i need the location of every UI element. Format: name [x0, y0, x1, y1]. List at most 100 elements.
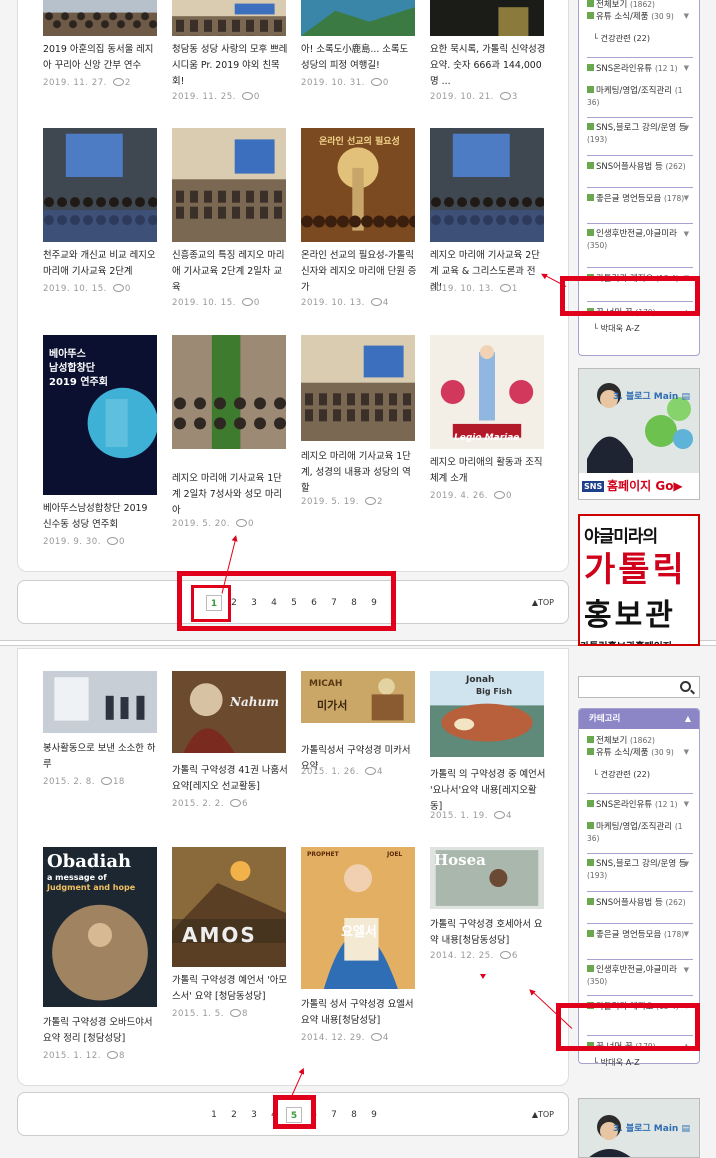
post-thumbnail[interactable] [430, 128, 544, 242]
chevron-down-icon[interactable]: ▼ [684, 123, 689, 134]
chevron-down-icon[interactable]: ▼ [684, 63, 689, 74]
post-title[interactable]: 신흥종교의 특징 레지오 마리애 기사교육 2단계 2일차 교육 [172, 248, 288, 296]
category-item[interactable]: └ 건강관련 (22) [593, 769, 650, 780]
category-label[interactable]: 마케팅/영업/조직관리 [596, 86, 675, 96]
post-title[interactable]: 아! 소록도小鹿島... 소록도 성당의 피정 여행길! [301, 42, 417, 74]
category-label[interactable]: 유튜 소식/제품 [596, 748, 651, 758]
category-item[interactable]: SNS,블로그 강의/운영 등 (193)▼ [587, 123, 695, 146]
post-thumbnail[interactable]: 온라인 선교의 필요성 [301, 128, 415, 242]
category-item[interactable]: └ 박대욱 A-Z [593, 323, 640, 334]
blog-main-banner[interactable]: 3. 블로그 Main ▤ [578, 1098, 700, 1158]
comment-count[interactable]: 3 [512, 92, 518, 102]
category-label[interactable]: 인생후반전글,야글미라 [596, 229, 677, 239]
post-title[interactable]: 레지오 마리애 기사교육 1단계, 성경의 내용과 성당의 역할 [301, 449, 417, 497]
category-item[interactable]: └ 건강관련 (22) [593, 33, 650, 44]
category-item[interactable]: SNS온라인유튜 (12 1)▼ [587, 63, 695, 75]
category-label[interactable]: 박대욱 A-Z [601, 1057, 640, 1067]
category-label[interactable]: SNS온라인유튜 [596, 64, 655, 74]
post-title[interactable]: 가톨릭 구약성경 41권 나훔서 요약[레지오 선교활동] [172, 763, 288, 795]
category-label[interactable]: 전체보기 [596, 0, 630, 10]
chevron-down-icon[interactable]: ▼ [684, 929, 689, 940]
comment-count[interactable]: 4 [506, 811, 512, 821]
post-thumbnail[interactable] [301, 335, 415, 441]
chevron-down-icon[interactable]: ▼ [684, 229, 689, 240]
comment-count[interactable]: 0 [383, 78, 389, 88]
category-item[interactable]: SNS온라인유튜 (12 1)▼ [587, 799, 695, 811]
banner1-homepage[interactable]: 홈페이지 Go▶ [607, 477, 683, 494]
search-box[interactable] [578, 676, 700, 698]
category-item[interactable]: SNS,블로그 강의/운영 등 (193)▼ [587, 859, 695, 882]
comment-count[interactable]: 2 [377, 497, 383, 507]
category-item[interactable]: 마케팅/영업/조직관리 (1 36) [587, 821, 695, 845]
category-item[interactable]: 인생후반전글,야글미라 (350)▼ [587, 229, 695, 252]
post-thumbnail[interactable] [172, 335, 286, 449]
category-label[interactable]: 박대욱 A-Z [601, 323, 640, 333]
post-title[interactable]: 가톨릭 의 구약성경 중 예언서 '요나서'요약 내용[레지오활동] [430, 767, 546, 815]
category-header[interactable]: 카테고리▲ [579, 709, 699, 729]
post-title[interactable]: 천주교와 개신교 비교 레지오 마리애 기사교육 2단계 [43, 248, 159, 280]
category-label[interactable]: 유튜 소식/제품 [596, 12, 651, 22]
page-link[interactable]: 7 [326, 1107, 342, 1123]
chevron-down-icon[interactable]: ▼ [684, 859, 689, 870]
category-label[interactable]: 건강관련 [601, 33, 634, 43]
category-item[interactable]: 전체보기 (1862) [587, 735, 695, 747]
category-label[interactable]: 좋은글 명언등모음 [596, 930, 664, 940]
comment-count[interactable]: 0 [506, 491, 512, 501]
category-label[interactable]: 건강관련 [601, 769, 634, 779]
chevron-down-icon[interactable]: ▼ [684, 11, 689, 22]
post-thumbnail[interactable] [301, 0, 415, 36]
page-link[interactable]: 1 [206, 1107, 222, 1123]
comment-count[interactable]: 6 [512, 951, 518, 961]
post-thumbnail[interactable] [43, 671, 157, 733]
post-title[interactable]: 2019 아훈의집 동서울 레지아 꾸리아 신앙 간부 연수 [43, 42, 159, 74]
search-icon[interactable] [680, 681, 691, 692]
comment-count[interactable]: 4 [383, 298, 389, 308]
post-title[interactable]: 가톨릭 구약성경 예언서 '아모스서' 요약 [청담동성당] [172, 973, 288, 1005]
category-label[interactable]: SNS어플사용법 등 [596, 162, 665, 172]
post-thumbnail[interactable]: Legio Mariae [430, 335, 544, 449]
comment-count[interactable]: 0 [119, 537, 125, 547]
comment-count[interactable]: 4 [383, 1033, 389, 1043]
post-thumbnail[interactable]: MICAH미가서 [301, 671, 415, 723]
post-title[interactable]: 온라인 선교의 필요성-가톨릭 신자와 레지오 마리애 단원 증가 [301, 248, 417, 296]
category-label[interactable]: SNS,블로그 강의/운영 등 [596, 859, 687, 869]
post-thumbnail[interactable] [43, 0, 157, 36]
chevron-down-icon[interactable]: ▼ [684, 193, 689, 204]
page-link[interactable]: 8 [346, 1107, 362, 1123]
comment-count[interactable]: 18 [113, 777, 125, 787]
post-title[interactable]: 가톨릭 구약성경 호세아서 요약 내용[청담동성당] [430, 917, 546, 949]
comment-count[interactable]: 2 [125, 78, 131, 88]
post-thumbnail[interactable]: Obadiaha message ofJudgment and hope [43, 847, 157, 1007]
category-item[interactable]: 유튜 소식/제품 (30 9)▼ [587, 11, 695, 23]
post-title[interactable]: 청담동 성당 사랑의 모후 쁘레시디움 Pr. 2019 야외 친목회! [172, 42, 288, 90]
category-item[interactable]: 좋은글 명언등모음 (178)▼ [587, 193, 695, 205]
comment-count[interactable]: 6 [242, 799, 248, 809]
comment-count[interactable]: 0 [254, 298, 260, 308]
comment-count[interactable]: 0 [248, 519, 254, 529]
post-thumbnail[interactable] [43, 128, 157, 242]
comment-count[interactable]: 0 [254, 92, 260, 102]
blog-main-banner[interactable]: 3. 블로그 Main ▤ SNS 홈페이지 Go▶ [578, 368, 700, 500]
post-thumbnail[interactable]: AMOS [172, 847, 286, 967]
category-label[interactable]: SNS어플사용법 등 [596, 898, 665, 908]
post-title[interactable]: 가톨릭 성서 구약성경 요엘서 요약 내용[청담성당] [301, 997, 417, 1029]
post-thumbnail[interactable]: Nahum [172, 671, 286, 753]
post-title[interactable]: 레지오 마리애의 활동과 조직체계 소개 [430, 455, 546, 487]
category-item[interactable]: └ 박대욱 A-Z [593, 1057, 640, 1068]
post-title[interactable]: 베아뚜스남성합창단 2019 신수동 성당 연주회 [43, 501, 159, 533]
catholic-promo-banner[interactable]: 야글미라의 가톨릭 홍보관 가톨릭홍보관홈페이지 [578, 514, 700, 646]
comment-count[interactable]: 4 [377, 767, 383, 777]
category-item[interactable]: 마케팅/영업/조직관리 (1 36) [587, 85, 695, 109]
category-item[interactable]: 유튜 소식/제품 (30 9)▼ [587, 747, 695, 759]
category-label[interactable]: 마케팅/영업/조직관리 [596, 822, 675, 832]
comment-count[interactable]: 8 [242, 1009, 248, 1019]
chevron-down-icon[interactable]: ▼ [684, 965, 689, 976]
category-item[interactable]: SNS어플사용법 등 (262) [587, 897, 695, 909]
chevron-down-icon[interactable]: ▼ [684, 799, 689, 810]
post-thumbnail[interactable] [172, 128, 286, 242]
post-thumbnail[interactable]: JonahBig Fish [430, 671, 544, 757]
post-title[interactable]: 레지오 마리애 기사교육 1단계 2일차 7성사와 성모 마리아 [172, 471, 288, 519]
page-link[interactable]: 2 [226, 1107, 242, 1123]
category-item[interactable]: 전체보기 (1862) [587, 0, 695, 11]
category-item[interactable]: 좋은글 명언등모음 (178)▼ [587, 929, 695, 941]
